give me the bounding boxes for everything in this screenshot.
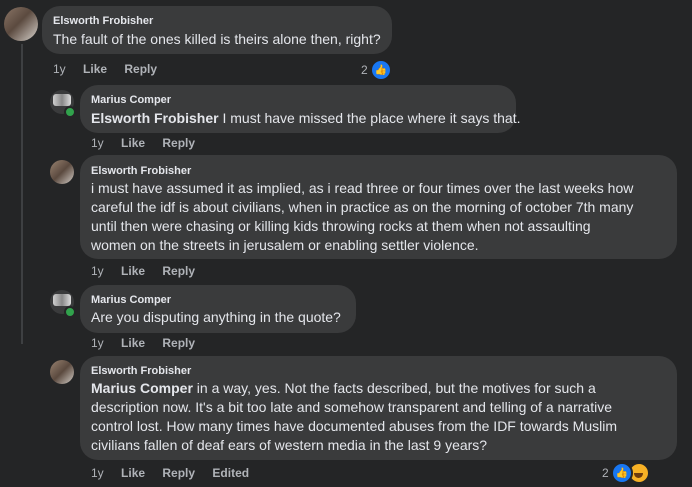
comment-time[interactable]: 1y — [91, 336, 104, 350]
comment-text: The fault of the ones killed is theirs a… — [53, 31, 381, 47]
reply-button[interactable]: Reply — [162, 336, 195, 350]
comment-2: Marius Comper Elsworth Frobisher I must … — [0, 82, 692, 152]
comment-actions: 1y Like Reply — [91, 336, 209, 350]
comment-actions: 1y Like Reply — [53, 62, 171, 76]
mention-link[interactable]: Marius Comper — [91, 380, 193, 396]
avatar[interactable] — [50, 360, 74, 384]
comment-text-line: until then were chasing or killing kids … — [91, 218, 591, 234]
comment-text-line: Marius Comper in a way, yes. Not the fac… — [91, 379, 596, 398]
reaction-summary[interactable]: 2 👍 — [361, 59, 392, 81]
online-status-icon — [64, 106, 76, 118]
reply-button[interactable]: Reply — [162, 264, 195, 278]
like-button[interactable]: Like — [121, 336, 145, 350]
comment-text-rest: in a way, yes. Not the facts described, … — [192, 380, 596, 396]
like-button[interactable]: Like — [83, 62, 107, 76]
like-button[interactable]: Like — [121, 136, 145, 150]
comment-1: Elsworth Frobisher The fault of the ones… — [0, 0, 692, 82]
avatar[interactable] — [50, 160, 74, 184]
comment-time[interactable]: 1y — [53, 62, 66, 76]
like-button[interactable]: Like — [121, 264, 145, 278]
mention-link[interactable]: Elsworth Frobisher — [91, 110, 219, 126]
comment-text-line: control lost. How many times have docume… — [91, 418, 617, 434]
comment-time[interactable]: 1y — [91, 136, 104, 150]
online-status-icon — [64, 306, 76, 318]
reaction-summary[interactable]: 2 👍 — [602, 462, 650, 484]
comment-3: Elsworth Frobisher i must have assumed i… — [0, 152, 692, 282]
like-button[interactable]: Like — [121, 466, 145, 480]
reply-button[interactable]: Reply — [162, 466, 195, 480]
comment-actions: 1y Like Reply — [91, 136, 209, 150]
comment-text: Elsworth Frobisher I must have missed th… — [91, 109, 521, 128]
comment-text-line: description now. It's a bit too late and… — [91, 399, 612, 415]
comment-5: Elsworth Frobisher Marius Comper in a wa… — [0, 352, 692, 487]
comment-author[interactable]: Marius Comper — [91, 94, 171, 106]
comment-author[interactable]: Elsworth Frobisher — [91, 365, 191, 377]
reply-button[interactable]: Reply — [162, 136, 195, 150]
comment-author[interactable]: Elsworth Frobisher — [53, 15, 153, 27]
like-reaction-icon: 👍 — [610, 462, 633, 484]
reaction-count: 2 — [602, 466, 609, 480]
comment-author[interactable]: Marius Comper — [91, 294, 171, 306]
comment-text-line: women on the streets in jerusalem or ena… — [91, 237, 479, 253]
comment-time[interactable]: 1y — [91, 466, 104, 480]
comment-text-line: i must have assumed it as implied, as i … — [91, 180, 634, 196]
comment-time[interactable]: 1y — [91, 264, 104, 278]
comment-actions: 1y Like Reply Edited — [91, 466, 263, 480]
comment-text-line: civilians fallen of deaf ears of western… — [91, 437, 488, 453]
comment-actions: 1y Like Reply — [91, 264, 209, 278]
comment-author[interactable]: Elsworth Frobisher — [91, 165, 191, 177]
reply-button[interactable]: Reply — [124, 62, 157, 76]
comment-4: Marius Comper Are you disputing anything… — [0, 282, 692, 352]
avatar[interactable] — [4, 7, 38, 41]
reaction-count: 2 — [361, 63, 368, 77]
edited-label[interactable]: Edited — [212, 466, 249, 480]
like-reaction-icon: 👍 — [369, 59, 392, 81]
comment-text-line: careful the idf is about civilians, when… — [91, 199, 634, 215]
comment-text: Are you disputing anything in the quote? — [91, 309, 341, 325]
comment-text-rest: I must have missed the place where it sa… — [218, 110, 521, 126]
